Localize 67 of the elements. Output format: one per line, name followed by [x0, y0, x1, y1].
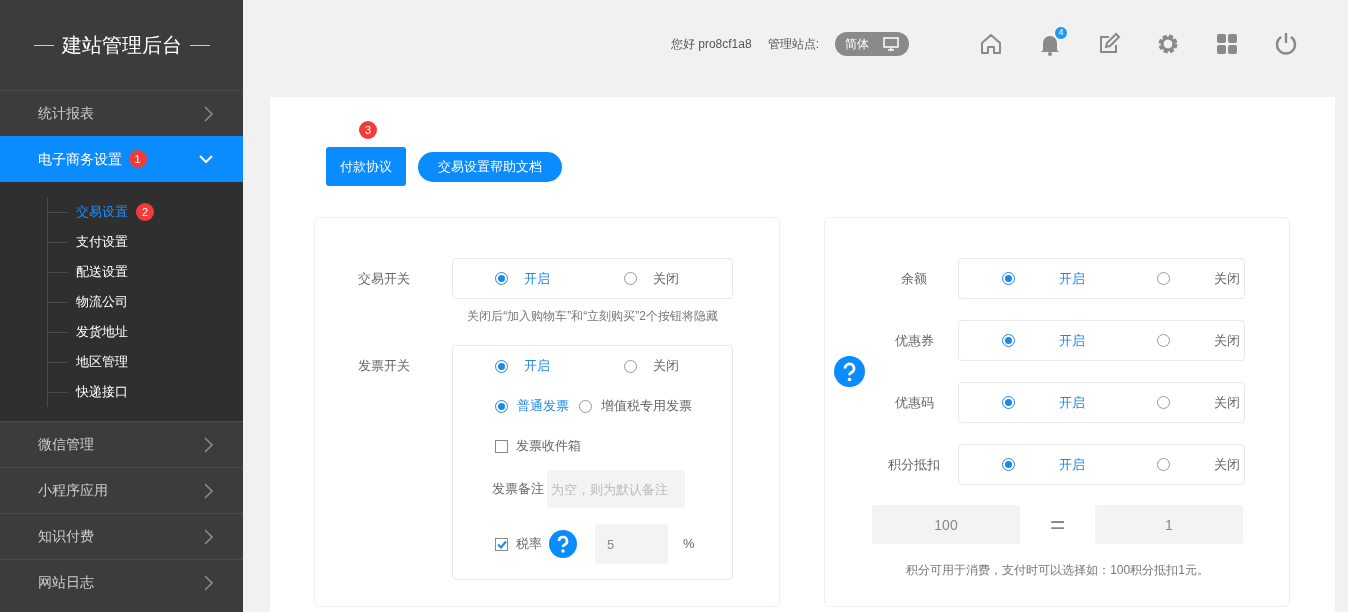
checkbox-label: 发票收件箱 — [516, 437, 581, 456]
monitor-icon — [883, 37, 899, 51]
field-label: 交易开关 — [356, 270, 411, 288]
chevron-right-icon — [204, 436, 213, 453]
field-label: 发票备注 — [492, 480, 544, 499]
submenu-item[interactable]: 支付设置 — [76, 232, 128, 252]
radio-option[interactable]: 开启 — [495, 356, 550, 376]
field-label: 优惠码 — [893, 393, 935, 412]
sidebar-item[interactable]: 小程序应用 — [0, 467, 243, 513]
help-icon — [549, 530, 577, 558]
submenu-item[interactable]: 物流公司 — [76, 292, 128, 312]
sidebar-title: 建站管理后台 — [61, 33, 182, 58]
grid-icon[interactable] — [1215, 32, 1239, 56]
unit-text: % — [683, 535, 695, 554]
checkbox-label: 税率 — [516, 535, 542, 554]
hint-text: 关闭后“加入购物车”和“立刻购买”2个按钮将隐藏 — [466, 308, 719, 325]
help-doc-button[interactable]: 交易设置帮助文档 — [418, 151, 562, 182]
help-icon — [834, 356, 865, 387]
field-label: 发票开关 — [356, 357, 411, 375]
language-button[interactable]: 简体 — [835, 32, 909, 56]
radio-option[interactable]: 关闭 — [624, 268, 679, 289]
home-icon[interactable] — [979, 32, 1003, 56]
count-badge: 2 — [136, 203, 154, 221]
checkbox[interactable] — [495, 439, 508, 453]
field-label: 余额 — [900, 269, 928, 288]
points-field[interactable]: 100 — [872, 505, 1020, 544]
site-label: 管理站点: — [767, 36, 819, 53]
submenu-item[interactable]: 发货地址 — [76, 322, 128, 342]
sidebar-item[interactable]: 网站日志 — [0, 559, 243, 605]
power-icon[interactable] — [1274, 32, 1298, 56]
radio-option[interactable]: 关闭 — [1157, 392, 1240, 413]
radio-option[interactable]: 关闭 — [624, 356, 679, 376]
radio-option[interactable]: 关闭 — [1157, 330, 1240, 351]
radio-option[interactable]: 开启 — [1002, 330, 1085, 351]
radio-option[interactable]: 开启 — [1002, 392, 1085, 413]
count-badge: 1 — [128, 150, 147, 168]
sidebar-item[interactable]: 电子商务设置 1 — [0, 136, 243, 182]
radio-option[interactable]: 关闭 — [1157, 268, 1240, 289]
greeting-text: 您好 pro8cf1a8 — [670, 36, 752, 53]
count-badge: 3 — [359, 121, 377, 139]
submenu-item[interactable]: 快递接口 — [76, 382, 128, 402]
radio-option[interactable]: 普通发票 — [495, 396, 569, 416]
edit-icon[interactable] — [1097, 32, 1121, 56]
checkbox[interactable] — [495, 537, 508, 551]
notification-badge: 4 — [1054, 26, 1068, 40]
radio-option[interactable]: 开启 — [1002, 454, 1085, 475]
hint-text: 积分可用于消费，支付时可以选择如：100积分抵扣1元。 — [905, 562, 1210, 579]
equals-sign: = — [1048, 508, 1067, 541]
radio-option[interactable]: 增值税专用发票 — [579, 396, 692, 416]
chevron-right-icon — [204, 105, 213, 122]
sidebar-item[interactable]: 微信管理 — [0, 421, 243, 467]
field-label: 优惠券 — [893, 331, 935, 350]
chevron-down-icon — [199, 154, 213, 164]
chevron-right-icon — [204, 574, 213, 591]
radio-option[interactable]: 开启 — [495, 268, 550, 289]
tax-rate-field[interactable]: 5 — [595, 524, 668, 564]
submenu-item[interactable]: 交易设置 — [76, 202, 128, 222]
chevron-right-icon — [204, 528, 213, 545]
radio-option[interactable]: 关闭 — [1157, 454, 1240, 475]
settings-icon[interactable] — [1156, 32, 1180, 56]
amount-field[interactable]: 1 — [1095, 505, 1243, 544]
chevron-right-icon — [204, 482, 213, 499]
sidebar-item[interactable]: 知识付费 — [0, 513, 243, 559]
radio-option[interactable]: 开启 — [1002, 268, 1085, 289]
submenu-item[interactable]: 地区管理 — [76, 352, 128, 372]
field-label: 积分抵扣 — [887, 455, 941, 474]
submenu-item[interactable]: 配送设置 — [76, 262, 128, 282]
